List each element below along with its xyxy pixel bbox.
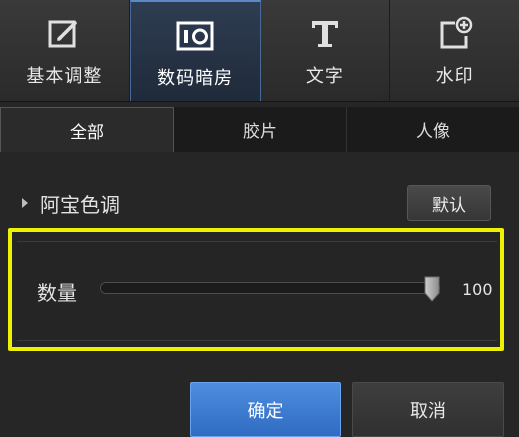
amount-slider-track[interactable] [100, 282, 440, 294]
cancel-button[interactable]: 取消 [352, 382, 504, 437]
tool-watermark[interactable]: 水印 [390, 0, 519, 101]
camera-icon [175, 18, 215, 54]
tab-film[interactable]: 胶片 [174, 107, 347, 152]
tool-text[interactable]: 文字 [261, 0, 391, 101]
ok-button[interactable]: 确定 [190, 382, 341, 437]
effect-section-header[interactable]: 阿宝色调 [22, 186, 120, 220]
expand-triangle-icon [22, 198, 28, 208]
tool-basic-adjust[interactable]: 基本调整 [0, 0, 130, 101]
edit-icon [44, 16, 84, 52]
tab-all[interactable]: 全部 [0, 107, 174, 152]
text-icon [305, 16, 345, 52]
effect-title: 阿宝色调 [40, 192, 120, 217]
tool-label: 文字 [305, 66, 344, 87]
amount-label: 数量 [37, 281, 77, 305]
tool-label: 基本调整 [26, 66, 103, 87]
amount-slider-fill [101, 283, 439, 293]
tool-digital-darkroom[interactable]: 数码暗房 [129, 0, 261, 101]
tool-label: 水印 [435, 66, 474, 87]
tab-portrait[interactable]: 人像 [347, 107, 519, 152]
top-toolbar: 基本调整 数码暗房 文字 水印 [0, 0, 519, 102]
filter-tabs: 全部 胶片 人像 [0, 107, 519, 152]
amount-slider-thumb[interactable] [424, 276, 440, 302]
tool-label: 数码暗房 [157, 68, 234, 89]
add-watermark-icon [435, 16, 475, 52]
default-button[interactable]: 默认 [407, 185, 491, 221]
amount-value: 100 [462, 280, 493, 299]
